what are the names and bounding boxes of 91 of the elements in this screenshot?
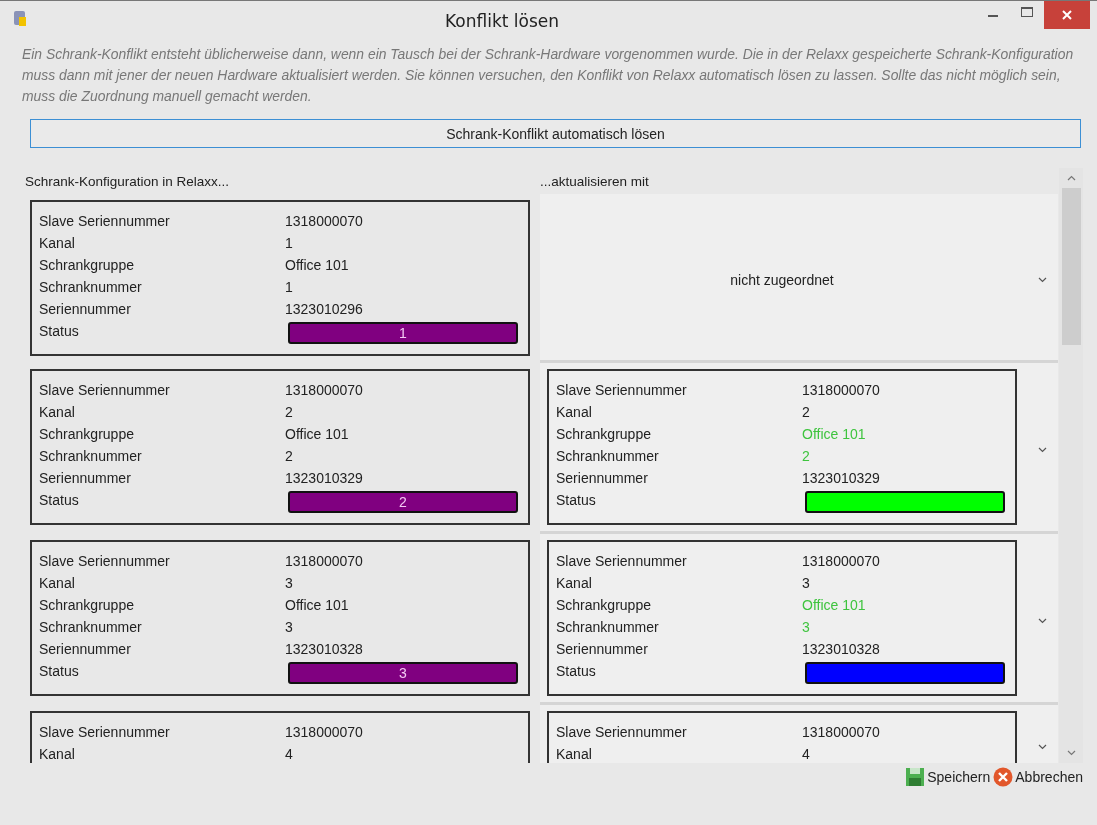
field-label: Schranknummer xyxy=(39,278,143,297)
field-label: Status xyxy=(556,491,597,510)
field-value: 3 xyxy=(285,618,293,637)
close-circle-icon xyxy=(993,767,1014,787)
app-icon xyxy=(12,8,28,27)
field-label: Kanal xyxy=(556,403,593,422)
field-label: Schrankgruppe xyxy=(39,256,135,275)
field-value: 3 xyxy=(285,574,293,593)
status-bar: 3 xyxy=(288,662,518,684)
close-icon xyxy=(1062,10,1072,20)
field-label: Kanal xyxy=(39,234,76,253)
field-label: Status xyxy=(556,662,597,681)
field-value: 1318000070 xyxy=(802,723,880,742)
field-label: Slave Seriennummer xyxy=(556,381,688,400)
status-bar: 1 xyxy=(288,322,518,344)
field-value: 2 xyxy=(802,403,810,422)
field-label: Kanal xyxy=(39,403,76,422)
assignment-dropdown[interactable]: Slave Seriennummer 1318000070 Kanal 2 Schrankgruppe Office 101 Schranknummer 2 Seriennummer 1323010329 Status xyxy=(540,363,1058,534)
field-value: 1323010328 xyxy=(285,640,363,659)
status-bar: 2 xyxy=(288,491,518,513)
field-label: Seriennummer xyxy=(556,469,649,488)
assignment-dropdown[interactable]: Slave Seriennummer 1318000070 Kanal 3 Schrankgruppe Office 101 Schranknummer 3 Seriennummer 1323010328 Status xyxy=(540,534,1058,705)
column-header: ...aktualisieren mit xyxy=(540,173,650,191)
field-label: Kanal xyxy=(39,574,76,593)
chevron-down-icon xyxy=(1038,618,1047,624)
field-value: 3 xyxy=(802,574,810,593)
field-value: Office 101 xyxy=(802,596,866,615)
chevron-down-icon xyxy=(1038,447,1047,453)
chevron-down-icon xyxy=(1038,277,1047,283)
field-label: Slave Seriennummer xyxy=(39,552,171,571)
field-value: Office 101 xyxy=(802,425,866,444)
field-label: Slave Seriennummer xyxy=(39,212,171,231)
field-value: 1318000070 xyxy=(285,552,363,571)
field-value: 1 xyxy=(285,234,293,253)
minimize-icon xyxy=(988,15,998,17)
field-value: 1318000070 xyxy=(285,381,363,400)
scroll-down-icon[interactable] xyxy=(1066,750,1076,756)
chevron-down-icon xyxy=(1038,743,1047,750)
field-label: Status xyxy=(39,662,80,681)
field-value: 1323010329 xyxy=(802,469,880,488)
description-text: Ein Schrank-Konflikt entsteht üblicherweise dann, wenn ein Tausch bei der Schrank-Hardware vorgenommen wurde. Die in der Relaxx gespeicherte Schrank-Konfiguration muss dann mit jener der neuen Hardware aktualisiert werden. Sie können versuchen, den Konflikt von Relaxx automatisch lösen zu lassen. Sollte das nicht möglich sein, muss die Zuordnung manuell gemacht werden. xyxy=(22,45,1075,106)
field-value: 1318000070 xyxy=(285,212,363,231)
field-value: Office 101 xyxy=(285,596,349,615)
field-value: 1318000070 xyxy=(802,552,880,571)
field-value: 2 xyxy=(285,447,293,466)
cancel-button[interactable]: Abbrechen xyxy=(993,767,1083,787)
field-label: Slave Seriennummer xyxy=(39,723,171,742)
field-label: Schrankgruppe xyxy=(556,425,652,444)
field-label: Schranknummer xyxy=(556,447,660,466)
field-label: Schrankgruppe xyxy=(39,425,135,444)
field-label: Seriennummer xyxy=(39,300,132,319)
close-button[interactable] xyxy=(1044,1,1090,29)
field-label: Schranknummer xyxy=(39,447,143,466)
field-value: 4 xyxy=(285,745,293,763)
field-label: Kanal xyxy=(556,574,593,593)
maximize-icon xyxy=(1021,7,1033,17)
scrollbar[interactable] xyxy=(1059,168,1083,763)
field-value: 4 xyxy=(802,745,810,763)
field-value: 2 xyxy=(285,403,293,422)
scroll-up-icon[interactable] xyxy=(1066,175,1076,181)
auto-resolve-button[interactable]: Schrank-Konflikt automatisch lösen xyxy=(30,119,1081,148)
field-label: Kanal xyxy=(556,745,593,763)
field-value: 3 xyxy=(802,618,810,637)
field-value: Office 101 xyxy=(285,256,349,275)
field-label: Schrankgruppe xyxy=(556,596,652,615)
field-value: 1 xyxy=(285,278,293,297)
field-label: Seriennummer xyxy=(39,640,132,659)
field-label: Kanal xyxy=(39,745,76,763)
field-label: Seriennummer xyxy=(39,469,132,488)
field-label: Slave Seriennummer xyxy=(556,723,688,742)
assignment-dropdown[interactable]: Slave Seriennummer 1318000070 Kanal 4 xyxy=(540,705,1058,763)
assignment-dropdown[interactable]: nicht zugeordnet xyxy=(540,194,1058,363)
field-value: 1323010328 xyxy=(802,640,880,659)
field-value: 1323010296 xyxy=(285,300,363,319)
field-value: 1318000070 xyxy=(285,723,363,742)
column-header: Schrank-Konfiguration in Relaxx... xyxy=(24,173,231,191)
field-label: Slave Seriennummer xyxy=(39,381,171,400)
dropdown-value: nicht zugeordnet xyxy=(729,271,835,290)
field-label: Slave Seriennummer xyxy=(556,552,688,571)
field-label: Schranknummer xyxy=(556,618,660,637)
field-label: Status xyxy=(39,491,80,510)
field-label: Status xyxy=(39,322,80,341)
field-value: 2 xyxy=(802,447,810,466)
field-label: Schrankgruppe xyxy=(39,596,135,615)
field-value: Office 101 xyxy=(285,425,349,444)
window-title: Konflikt lösen xyxy=(443,9,560,31)
save-button[interactable]: Speichern xyxy=(905,767,991,787)
field-value: 1318000070 xyxy=(802,381,880,400)
field-value: 1323010329 xyxy=(285,469,363,488)
field-label: Schranknummer xyxy=(39,618,143,637)
field-label: Seriennummer xyxy=(556,640,649,659)
